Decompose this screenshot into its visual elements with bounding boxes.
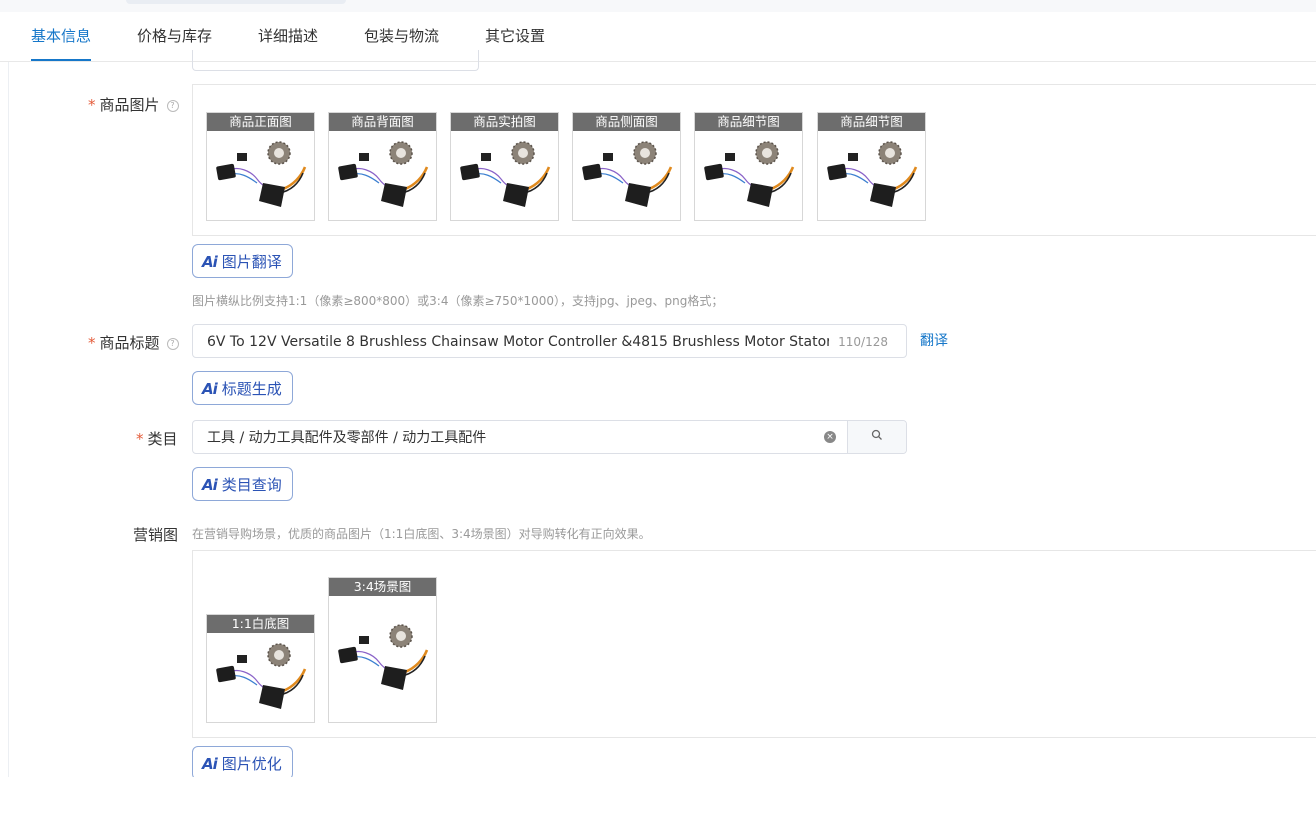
image-optimize-button[interactable]: Ai 图片优化 (192, 746, 293, 777)
image-ratio-hint: 图片横纵比例支持1:1（像素≥800*800）或3:4（像素≥750*1000）… (192, 294, 724, 308)
question-circle-icon[interactable]: ? (166, 338, 179, 350)
marketing-images-label: 营销图 (133, 526, 179, 544)
search-icon (871, 429, 882, 440)
left-divider (8, 12, 9, 777)
category-search-button[interactable] (847, 421, 906, 453)
product-photo (580, 140, 673, 209)
product-title-value: 6V To 12V Versatile 8 Brushless Chainsaw… (207, 334, 829, 350)
product-image-thumb[interactable]: 商品实拍图 (450, 112, 559, 221)
title-char-counter: 110/128 (838, 335, 888, 349)
required-mark: * (88, 334, 96, 352)
tab-other-settings[interactable]: 其它设置 (485, 12, 545, 61)
ai-icon: Ai (202, 476, 218, 494)
required-mark: * (136, 430, 144, 448)
previous-field-edge (192, 50, 479, 71)
thumb-caption: 1:1白底图 (207, 615, 314, 633)
product-images-label: * 商品图片? (88, 94, 179, 115)
product-title-input[interactable]: 6V To 12V Versatile 8 Brushless Chainsaw… (192, 324, 907, 358)
ai-icon: Ai (202, 380, 218, 398)
product-photo (825, 140, 918, 209)
top-strip-pill (126, 0, 346, 4)
product-image-thumb[interactable]: 商品细节图 (817, 112, 926, 221)
thumb-caption: 3:4场景图 (329, 578, 436, 596)
thumb-caption: 商品侧面图 (573, 113, 680, 131)
ai-icon: Ai (202, 755, 218, 773)
tab-basic-info[interactable]: 基本信息 (31, 12, 92, 61)
product-image-thumb[interactable]: 商品背面图 (328, 112, 437, 221)
category-value: 工具 / 动力工具配件及零部件 / 动力工具配件 (207, 430, 487, 446)
question-circle-icon[interactable]: ? (166, 100, 179, 112)
required-mark: * (88, 96, 96, 114)
product-photo (702, 140, 795, 209)
product-images-panel: 商品正面图 商品背面图 商品实拍图 商品侧面图 商品细节图 商品细节图 (192, 84, 1316, 236)
image-translate-button[interactable]: Ai 图片翻译 (192, 244, 293, 278)
marketing-images-panel: 1:1白底图 3:4场景图 (192, 550, 1316, 738)
thumb-caption: 商品正面图 (207, 113, 314, 131)
product-photo (214, 140, 307, 209)
product-image-thumb[interactable]: 商品侧面图 (572, 112, 681, 221)
thumb-caption: 商品实拍图 (451, 113, 558, 131)
category-query-button[interactable]: Ai 类目查询 (192, 467, 293, 501)
product-edit-form: 基本信息 价格与库存 详细描述 包装与物流 其它设置 * 商品图片? 商品正面图 … (0, 0, 1316, 777)
ai-icon: Ai (202, 253, 218, 271)
product-photo (336, 623, 429, 692)
category-label: * 类目 (136, 430, 178, 448)
thumb-caption: 商品背面图 (329, 113, 436, 131)
title-generate-button[interactable]: Ai 标题生成 (192, 371, 293, 405)
white-bg-image-thumb[interactable]: 1:1白底图 (206, 614, 315, 723)
category-select[interactable]: 工具 / 动力工具配件及零部件 / 动力工具配件 × (192, 420, 907, 454)
clear-icon[interactable]: × (824, 431, 836, 443)
product-photo (336, 140, 429, 209)
thumb-caption: 商品细节图 (695, 113, 802, 131)
product-image-thumb[interactable]: 商品正面图 (206, 112, 315, 221)
translate-link[interactable]: 翻译 (920, 330, 948, 350)
marketing-hint: 在营销导购场景，优质的商品图片（1:1白底图、3:4场景图）对导购转化有正向效果… (192, 527, 651, 541)
scene-image-thumb[interactable]: 3:4场景图 (328, 577, 437, 723)
product-photo (458, 140, 551, 209)
product-title-label: * 商品标题? (88, 332, 179, 353)
product-photo (214, 642, 307, 711)
product-image-thumb[interactable]: 商品细节图 (694, 112, 803, 221)
thumb-caption: 商品细节图 (818, 113, 925, 131)
